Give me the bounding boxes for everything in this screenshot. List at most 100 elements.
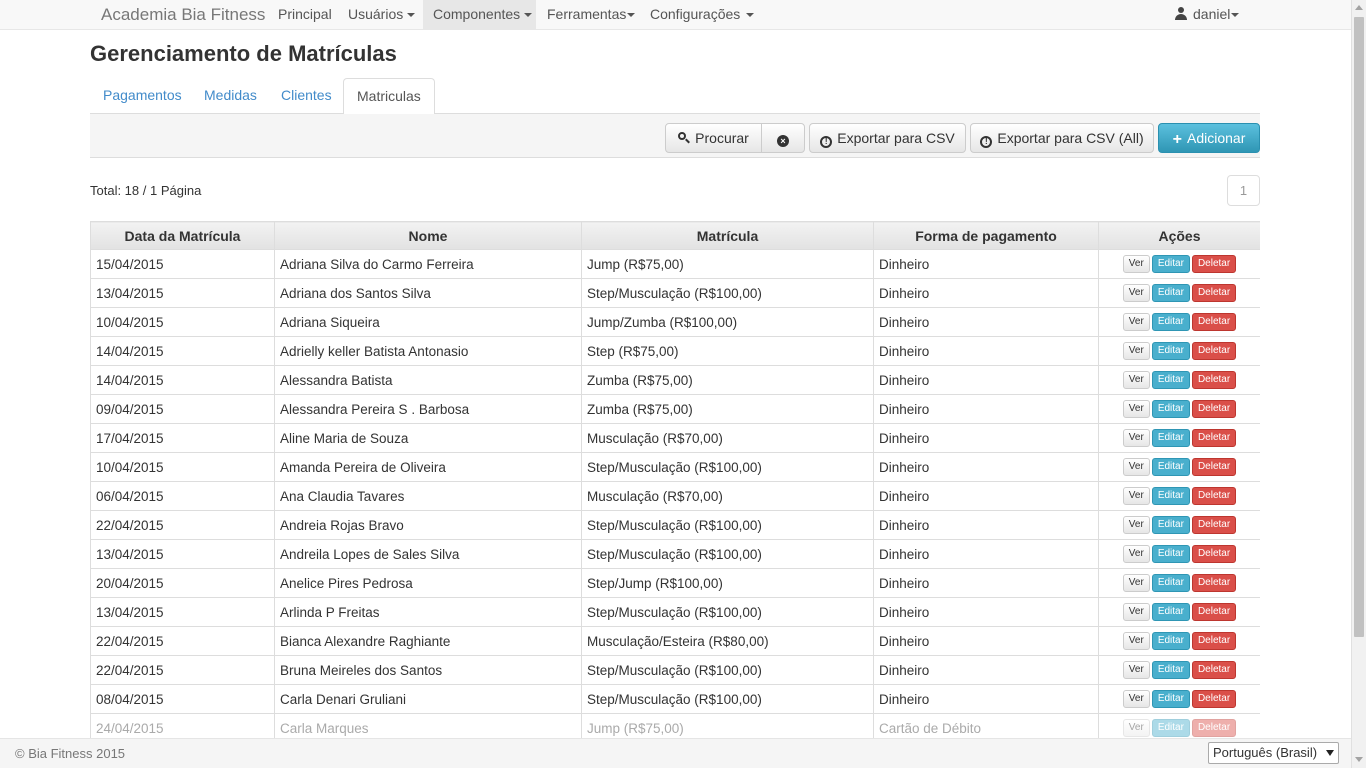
col-header-name[interactable]: Nome xyxy=(274,221,582,250)
edit-button[interactable]: Editar xyxy=(1151,429,1190,447)
view-button[interactable]: Ver xyxy=(1122,719,1150,737)
cell-actions: Ver Editar Deletar xyxy=(1098,713,1260,738)
view-button[interactable]: Ver xyxy=(1122,516,1150,534)
search-button[interactable]: Procurar xyxy=(665,123,762,153)
edit-button[interactable]: Editar xyxy=(1151,458,1190,476)
edit-button[interactable]: Editar xyxy=(1151,661,1190,679)
delete-button[interactable]: Deletar xyxy=(1191,284,1237,302)
view-button[interactable]: Ver xyxy=(1122,603,1150,621)
tab-medidas[interactable]: Medidas xyxy=(191,78,270,114)
view-button[interactable]: Ver xyxy=(1122,400,1150,418)
view-button[interactable]: Ver xyxy=(1122,690,1150,708)
edit-button[interactable]: Editar xyxy=(1151,487,1190,505)
delete-button[interactable]: Deletar xyxy=(1191,516,1237,534)
delete-button[interactable]: Deletar xyxy=(1191,371,1237,389)
cell-enrollment: Step/Musculação (R$100,00) xyxy=(581,597,874,627)
language-select[interactable]: Português (Brasil) xyxy=(1208,742,1339,764)
edit-button[interactable]: Editar xyxy=(1151,313,1190,331)
table-row: 22/04/2015 Bianca Alexandre Raghiante Musc… xyxy=(90,626,1260,656)
cell-date: 13/04/2015 xyxy=(90,539,275,569)
view-button[interactable]: Ver xyxy=(1122,574,1150,592)
table-row: 09/04/2015 Alessandra Pereira S . Barbosa… xyxy=(90,394,1260,424)
delete-button[interactable]: Deletar xyxy=(1191,429,1237,447)
user-menu[interactable]: daniel xyxy=(1165,0,1249,30)
col-header-enrollment[interactable]: Matrícula xyxy=(581,221,874,250)
edit-button[interactable]: Editar xyxy=(1151,400,1190,418)
cell-actions: Ver Editar Deletar xyxy=(1098,597,1260,627)
pagination-page-1[interactable]: 1 xyxy=(1227,175,1260,206)
cell-date: 13/04/2015 xyxy=(90,597,275,627)
edit-button[interactable]: Editar xyxy=(1151,545,1190,563)
cell-enrollment: Step/Musculação (R$100,00) xyxy=(581,452,874,482)
delete-button[interactable]: Deletar xyxy=(1191,313,1237,331)
view-button[interactable]: Ver xyxy=(1122,371,1150,389)
reset-search-button[interactable]: × xyxy=(761,123,805,153)
cell-enrollment: Step/Musculação (R$100,00) xyxy=(581,655,874,685)
delete-button[interactable]: Deletar xyxy=(1191,400,1237,418)
view-button[interactable]: Ver xyxy=(1122,458,1150,476)
tab-pagamentos[interactable]: Pagamentos xyxy=(90,78,195,114)
delete-button[interactable]: Deletar xyxy=(1191,574,1237,592)
view-button[interactable]: Ver xyxy=(1122,313,1150,331)
cell-payment: Dinheiro xyxy=(873,597,1099,627)
page-scrollbar[interactable] xyxy=(1351,0,1366,768)
nav-principal[interactable]: Principal xyxy=(268,0,342,30)
cell-actions: Ver Editar Deletar xyxy=(1098,423,1260,453)
export-csv-button[interactable]: ! Exportar para CSV xyxy=(809,123,966,153)
edit-button[interactable]: Editar xyxy=(1151,719,1190,737)
delete-button[interactable]: Deletar xyxy=(1191,342,1237,360)
edit-button[interactable]: Editar xyxy=(1151,516,1190,534)
edit-button[interactable]: Editar xyxy=(1151,284,1190,302)
edit-button[interactable]: Editar xyxy=(1151,690,1190,708)
delete-button[interactable]: Deletar xyxy=(1191,545,1237,563)
tab-matriculas[interactable]: Matriculas xyxy=(343,78,435,115)
nav-usuarios[interactable]: Usuários xyxy=(338,0,425,30)
tab-clientes[interactable]: Clientes xyxy=(268,78,345,114)
table-row: 17/04/2015 Aline Maria de Souza Musculação… xyxy=(90,423,1260,453)
top-navbar: Academia Bia Fitness Principal Usuários … xyxy=(0,0,1351,30)
delete-button[interactable]: Deletar xyxy=(1191,603,1237,621)
export-csv-all-button[interactable]: ! Exportar para CSV (All) xyxy=(970,123,1154,153)
cell-actions: Ver Editar Deletar xyxy=(1098,365,1260,395)
table-row: 14/04/2015 Alessandra Batista Zumba (R$75,… xyxy=(90,365,1260,395)
scroll-thumb[interactable] xyxy=(1354,17,1364,637)
cell-date: 14/04/2015 xyxy=(90,365,275,395)
scroll-up-icon[interactable] xyxy=(1355,5,1363,10)
view-button[interactable]: Ver xyxy=(1122,661,1150,679)
cell-actions: Ver Editar Deletar xyxy=(1098,249,1260,279)
view-button[interactable]: Ver xyxy=(1122,342,1150,360)
delete-button[interactable]: Deletar xyxy=(1191,661,1237,679)
delete-button[interactable]: Deletar xyxy=(1191,632,1237,650)
scroll-down-icon[interactable] xyxy=(1355,757,1363,762)
col-header-payment[interactable]: Forma de pagamento xyxy=(873,221,1099,250)
cell-name: Anelice Pires Pedrosa xyxy=(274,568,582,598)
delete-button[interactable]: Deletar xyxy=(1191,690,1237,708)
view-button[interactable]: Ver xyxy=(1122,284,1150,302)
edit-button[interactable]: Editar xyxy=(1151,632,1190,650)
delete-button[interactable]: Deletar xyxy=(1191,719,1237,737)
view-button[interactable]: Ver xyxy=(1122,487,1150,505)
cell-payment: Cartão de Débito xyxy=(873,713,1099,738)
cell-actions: Ver Editar Deletar xyxy=(1098,336,1260,366)
view-button[interactable]: Ver xyxy=(1122,429,1150,447)
cell-name: Carla Denari Gruliani xyxy=(274,684,582,714)
view-button[interactable]: Ver xyxy=(1122,545,1150,563)
delete-button[interactable]: Deletar xyxy=(1191,487,1237,505)
cell-enrollment: Zumba (R$75,00) xyxy=(581,365,874,395)
nav-componentes[interactable]: Componentes xyxy=(423,0,536,30)
view-button[interactable]: Ver xyxy=(1122,632,1150,650)
brand-link[interactable]: Academia Bia Fitness xyxy=(101,5,265,25)
edit-button[interactable]: Editar xyxy=(1151,255,1190,273)
delete-button[interactable]: Deletar xyxy=(1191,458,1237,476)
edit-button[interactable]: Editar xyxy=(1151,342,1190,360)
edit-button[interactable]: Editar xyxy=(1151,603,1190,621)
nav-configuracoes[interactable]: Configurações xyxy=(640,0,764,30)
nav-ferramentas[interactable]: Ferramentas xyxy=(537,0,645,30)
delete-button[interactable]: Deletar xyxy=(1191,255,1237,273)
add-button[interactable]: + Adicionar xyxy=(1158,123,1260,153)
edit-button[interactable]: Editar xyxy=(1151,371,1190,389)
view-button[interactable]: Ver xyxy=(1122,255,1150,273)
col-header-date[interactable]: Data da Matrícula xyxy=(90,221,275,250)
edit-button[interactable]: Editar xyxy=(1151,574,1190,592)
cell-name: Alessandra Batista xyxy=(274,365,582,395)
